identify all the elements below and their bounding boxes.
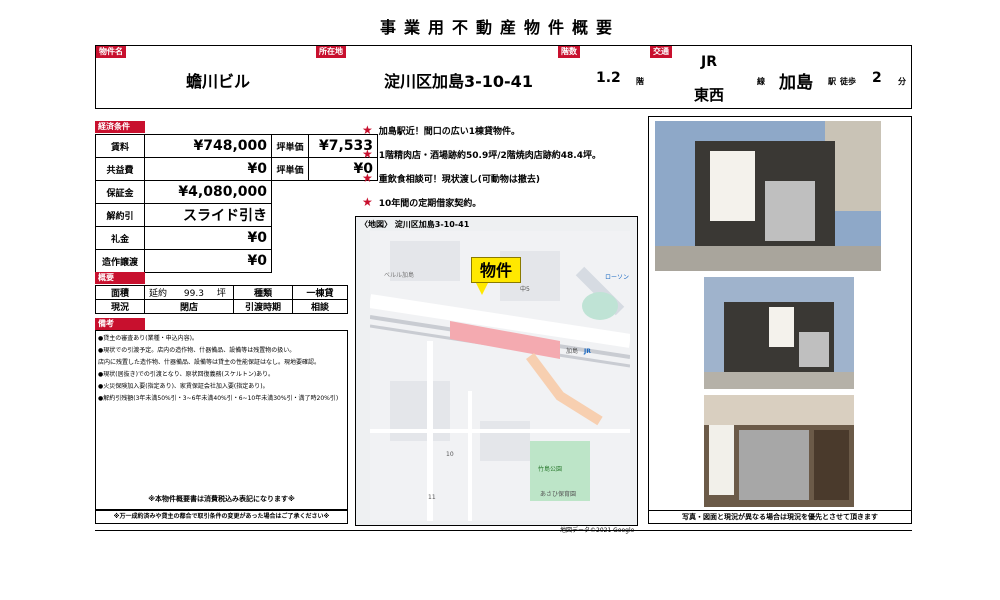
map-label: 10 [446,451,454,458]
walk-unit: 分 [898,77,906,86]
table-row: 解約引 スライド引き [95,203,378,227]
area-label: 面積 [95,285,145,300]
map-label: 中5 [520,285,530,293]
cancel-deduction-label: 解約引 [95,203,145,227]
fixture-transfer-label: 造作譲渡 [95,249,145,273]
station: 加島 [779,73,813,93]
status-label: 現況 [95,299,145,314]
table-row: 現況 閉店 引渡時期 相談 [95,299,348,314]
list-item: ★ 加島駅近！間口の広い1棟貸物件。 [362,123,521,138]
map-label: 11 [428,494,436,501]
area-cell: 延約 99.3 坪 [144,285,234,300]
remark-line: ●火災保険加入要(指定あり)、家賃保証会社加入要(指定あり)。 [98,383,269,390]
table-row: 共益費 ¥0 坪単価 ¥0 [95,157,378,181]
remark-line: ●現状(居抜き)での引渡となり、原状回復義務(スケルトン)あり。 [98,371,275,378]
rent-value: ¥748,000 [144,134,272,158]
remarks-box: ●貸主の審査あり(業種・申込内容)。 ●現状での引渡予定。店内の造作物、什器備品… [95,330,348,510]
list-item: ★ 重飲食相談可！現状渡し(可動物は撤去) [362,171,540,186]
area-value: 99.3 [183,289,204,299]
footer-disclaimer: ※万一成約済みや貸主の都合で取引条件の変更があった場合はご了承ください※ [95,510,348,524]
fixture-transfer-value: ¥0 [144,249,272,273]
map-label: JR [583,348,591,355]
line-suffix: 線 [757,77,765,86]
photos-panel [648,116,912,511]
table-row: 礼金 ¥0 [95,226,378,250]
overview-label: 概要 [95,272,145,284]
floor-unit: 階 [636,77,644,86]
star-icon: ★ [362,147,373,161]
building-photo-street [655,121,881,271]
property-name: 蟾川ビル [186,72,251,91]
table-row: 保証金 ¥4,080,000 [95,180,378,204]
common-tsubo-label: 坪単価 [271,157,309,181]
key-money-label: 礼金 [95,226,145,250]
transit-label: 交通 [650,46,672,58]
common-fee-value: ¥0 [144,157,272,181]
storefront-photo [704,395,854,507]
deposit-label: 保証金 [95,180,145,204]
floors-label: 階数 [558,46,580,58]
deposit-value: ¥4,080,000 [144,180,272,204]
remark-line: ●貸主の審査あり(業種・申込内容)。 [98,335,198,342]
header-box: 物件名 蟾川ビル 所在地 淀川区加島3-10-41 階数 1.2 階 交通 JR… [95,45,912,109]
table-row: 造作譲渡 ¥0 [95,249,378,273]
cancel-deduction-value: スライド引き [144,203,272,227]
name-label: 物件名 [96,46,126,58]
econ-label: 経済条件 [95,121,145,133]
page-title: 事業用不動産物件概要 [379,18,620,37]
table-row: 面積 延約 99.3 坪 種類 一棟貸 [95,285,348,300]
map-label: 竹島公園 [538,465,562,473]
remark-line: 店内に残置した造作物、什器備品、設備等は貸主の性能保証はなし。現地要確認。 [98,359,321,366]
area-unit: 坪 [216,289,226,299]
area-prefix: 延約 [149,289,168,299]
feature-list: ★ 加島駅近！間口の広い1棟貸物件。 ★ 1階精肉店・酒場跡約50.9坪/2階焼肉店… [362,124,652,211]
map-label: ローソン [605,274,629,281]
key-money-value: ¥0 [144,226,272,250]
walk-minutes: 2 [872,70,882,86]
address: 淀川区加島3-10-41 [384,72,533,91]
line-bottom: 東西 [694,86,725,104]
bottom-rule [95,530,912,531]
type-label: 種類 [233,285,293,300]
handover-value: 相談 [292,299,348,314]
status-value: 閉店 [144,299,234,314]
table-row: 賃料 ¥748,000 坪単価 ¥7,533 [95,134,378,158]
map-panel: 〈地図〉 淀川区加島3-10-41 ベルル加島 中5 加島 JR ローソン 10… [355,216,638,526]
floors: 1.2 [596,70,621,86]
photos-caption: 写真・図面と現況が異なる場合は現況を優先とさせて頂きます [648,510,912,524]
type-value: 一棟貸 [292,285,348,300]
line-top: JR [701,54,717,70]
tax-note: ※本物件概要書は消費税込み表記になります※ [148,495,295,503]
map-caption: 〈地図〉 淀川区加島3-10-41 [360,220,470,229]
station-suffix: 駅 [828,77,836,86]
common-fee-label: 共益費 [95,157,145,181]
map-label: あさひ保育園 [540,490,576,498]
map-label: 加島 [566,347,578,355]
overview-table: 面積 延約 99.3 坪 種類 一棟貸 現況 閉店 引渡時期 相談 [95,285,348,314]
star-icon: ★ [362,123,373,137]
building-photo-front [704,277,854,389]
star-icon: ★ [362,195,373,209]
walk-label: 徒歩 [840,77,856,86]
address-label: 所在地 [316,46,346,58]
remark-line: ●現状での引渡予定。店内の造作物、什器備品、設備等は残置物の扱い。 [98,347,296,354]
rent-tsubo-label: 坪単価 [271,134,309,158]
remarks-label: 備考 [95,318,145,330]
map-label: ベルル加島 [384,271,414,279]
rent-label: 賃料 [95,134,145,158]
callout-pointer [476,283,488,295]
star-icon: ★ [362,171,373,185]
handover-label: 引渡時期 [233,299,293,314]
list-item: ★ 10年間の定期借家契約。 [362,195,482,210]
remark-line: ●解約引残額(3年未満50%引・3~6年未満40%引・6~10年未満30%引・満… [98,395,339,402]
list-item: ★ 1階精肉店・酒場跡約50.9坪/2階焼肉店跡約48.4坪。 [362,147,601,162]
econ-table: 賃料 ¥748,000 坪単価 ¥7,533 共益費 ¥0 坪単価 ¥0 保証金… [95,134,378,273]
property-callout: 物件 [471,257,521,283]
